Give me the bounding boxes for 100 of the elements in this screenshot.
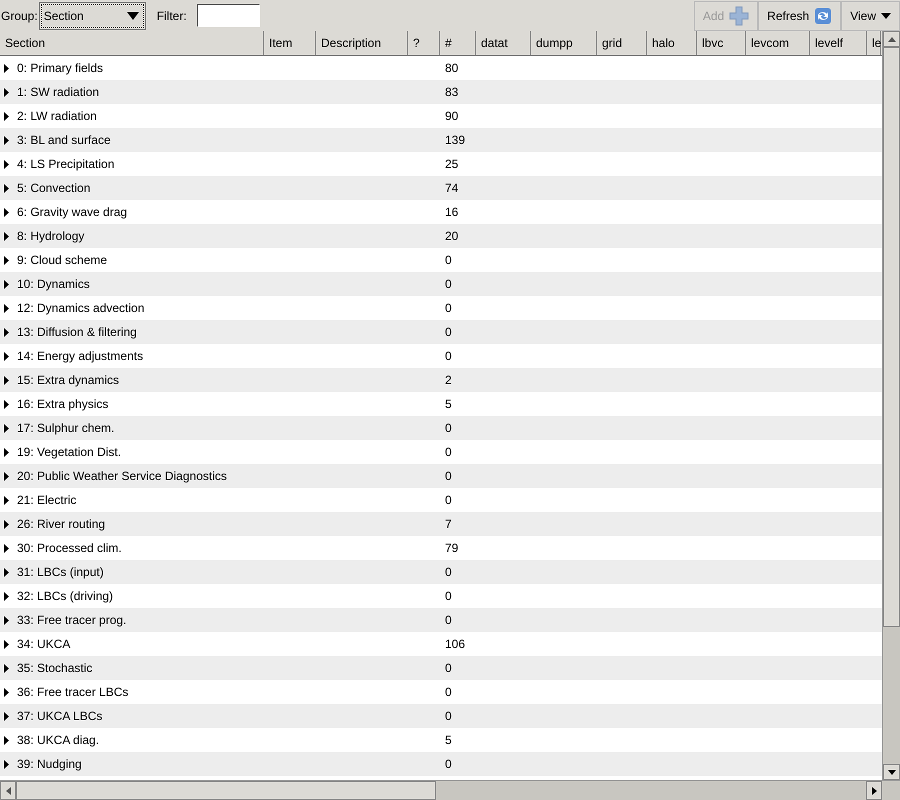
expander-icon[interactable]	[4, 592, 9, 600]
column-header[interactable]: le	[867, 31, 881, 55]
count-cell-text: 20	[444, 228, 458, 245]
arrow-right-icon	[872, 786, 876, 794]
section-cell-text: 37: UKCA LBCs	[17, 708, 102, 725]
expander-icon[interactable]	[4, 688, 9, 696]
count-cell-text: 25	[444, 156, 458, 173]
column-header[interactable]: grid	[597, 31, 647, 55]
scroll-thumb[interactable]	[16, 781, 436, 800]
column-header[interactable]: levcom	[746, 31, 810, 55]
view-menu-button[interactable]: View	[841, 0, 900, 30]
count-cell-text: 79	[444, 540, 458, 557]
column-header[interactable]: Item	[264, 31, 316, 55]
scroll-up-button[interactable]	[883, 31, 900, 47]
column-header[interactable]: lbvc	[697, 31, 746, 55]
scroll-down-button[interactable]	[883, 764, 900, 780]
count-cell-text: 0	[444, 588, 452, 605]
section-cell-text: 31: LBCs (input)	[17, 564, 104, 581]
column-header[interactable]: dumpp	[531, 31, 597, 55]
arrow-left-icon	[6, 786, 10, 794]
expander-icon[interactable]	[4, 256, 9, 264]
refresh-icon	[814, 6, 832, 24]
section-cell-text: 10: Dynamics	[17, 276, 90, 293]
section-cell-text: 32: LBCs (driving)	[17, 588, 114, 605]
column-header[interactable]: halo	[647, 31, 697, 55]
section-cell-text: 30: Processed clim.	[17, 540, 122, 557]
expander-icon[interactable]	[4, 472, 9, 480]
expander-icon[interactable]	[4, 280, 9, 288]
expander-icon[interactable]	[4, 232, 9, 240]
expander-icon[interactable]	[4, 616, 9, 624]
column-header[interactable]: #	[440, 31, 476, 55]
expander-icon[interactable]	[4, 64, 9, 72]
column-header[interactable]: Description	[316, 31, 408, 55]
column-header[interactable]: levelf	[810, 31, 867, 55]
section-cell-text: 15: Extra dynamics	[17, 372, 120, 389]
expander-icon[interactable]	[4, 424, 9, 432]
expander-icon[interactable]	[4, 520, 9, 528]
count-cell-text: 0	[444, 444, 452, 461]
expander-icon[interactable]	[4, 448, 9, 456]
count-cell-text: 0	[444, 564, 452, 581]
count-cell-text: 0	[444, 300, 452, 317]
section-cell-text: 13: Diffusion & filtering	[17, 324, 137, 341]
section-cell-text: 19: Vegetation Dist.	[17, 444, 122, 461]
count-cell-text: 0	[444, 252, 452, 269]
expander-icon[interactable]	[4, 400, 9, 408]
expander-icon[interactable]	[4, 376, 9, 384]
count-cell-text: 106	[444, 636, 466, 653]
expander-icon[interactable]	[4, 352, 9, 360]
expander-icon[interactable]	[4, 112, 9, 120]
column-header[interactable]: ?	[408, 31, 440, 55]
expander-icon[interactable]	[4, 160, 9, 168]
expander-icon[interactable]	[4, 208, 9, 216]
caret-icon	[126, 12, 139, 20]
count-cell-text: 7	[444, 516, 452, 533]
scroll-left-button[interactable]	[0, 781, 16, 800]
expander-icon[interactable]	[4, 544, 9, 552]
column-header[interactable]: datat	[476, 31, 531, 55]
count-cell-text: 83	[444, 84, 458, 101]
count-cell-text: 90	[444, 108, 458, 125]
group-dropdown[interactable]: Section	[38, 2, 146, 30]
expander-icon[interactable]	[4, 736, 9, 744]
expander-icon[interactable]	[4, 496, 9, 504]
arrow-up-icon	[888, 36, 896, 42]
expander-icon[interactable]	[4, 712, 9, 720]
count-cell-text: 0	[444, 276, 452, 293]
expander-icon[interactable]	[4, 304, 9, 312]
section-cell-text: 9: Cloud scheme	[17, 252, 108, 269]
section-cell-text: 2: LW radiation	[17, 108, 97, 125]
expander-icon[interactable]	[4, 568, 9, 576]
filter-field[interactable]	[196, 4, 260, 27]
expander-icon[interactable]	[4, 664, 9, 672]
section-cell-text: 3: BL and surface	[17, 132, 111, 149]
refresh-button[interactable]: Refresh	[758, 0, 842, 30]
plus-icon	[729, 6, 750, 26]
section-cell-text: 14: Energy adjustments	[17, 348, 144, 365]
section-cell-text: 4: LS Precipitation	[17, 156, 114, 173]
count-cell-text: 0	[444, 420, 452, 437]
section-cell-text: 12: Dynamics advection	[17, 300, 144, 317]
count-cell-text: 0	[444, 468, 452, 485]
section-cell-text: 36: Free tracer LBCs	[17, 684, 128, 701]
expander-icon[interactable]	[4, 760, 9, 768]
expander-icon[interactable]	[4, 184, 9, 192]
column-header[interactable]: Section	[0, 31, 264, 55]
expander-icon[interactable]	[4, 88, 9, 96]
section-cell-text: 20: Public Weather Service Diagnostics	[17, 468, 227, 485]
count-cell-text: 0	[444, 684, 452, 701]
group-label: Group:	[1, 8, 38, 24]
count-cell-text: 80	[444, 60, 458, 77]
count-cell-text: 0	[444, 492, 452, 509]
count-cell-text: 139	[444, 132, 466, 149]
expander-icon[interactable]	[4, 328, 9, 336]
scroll-thumb[interactable]	[883, 47, 900, 627]
count-cell-text: 16	[444, 204, 458, 221]
count-cell-text: 0	[444, 612, 452, 629]
arrow-down-icon	[888, 770, 896, 774]
section-cell-text: 5: Convection	[17, 180, 90, 197]
section-cell-text: 6: Gravity wave drag	[17, 204, 128, 221]
expander-icon[interactable]	[4, 640, 9, 648]
expander-icon[interactable]	[4, 136, 9, 144]
scroll-right-button[interactable]	[866, 781, 882, 800]
